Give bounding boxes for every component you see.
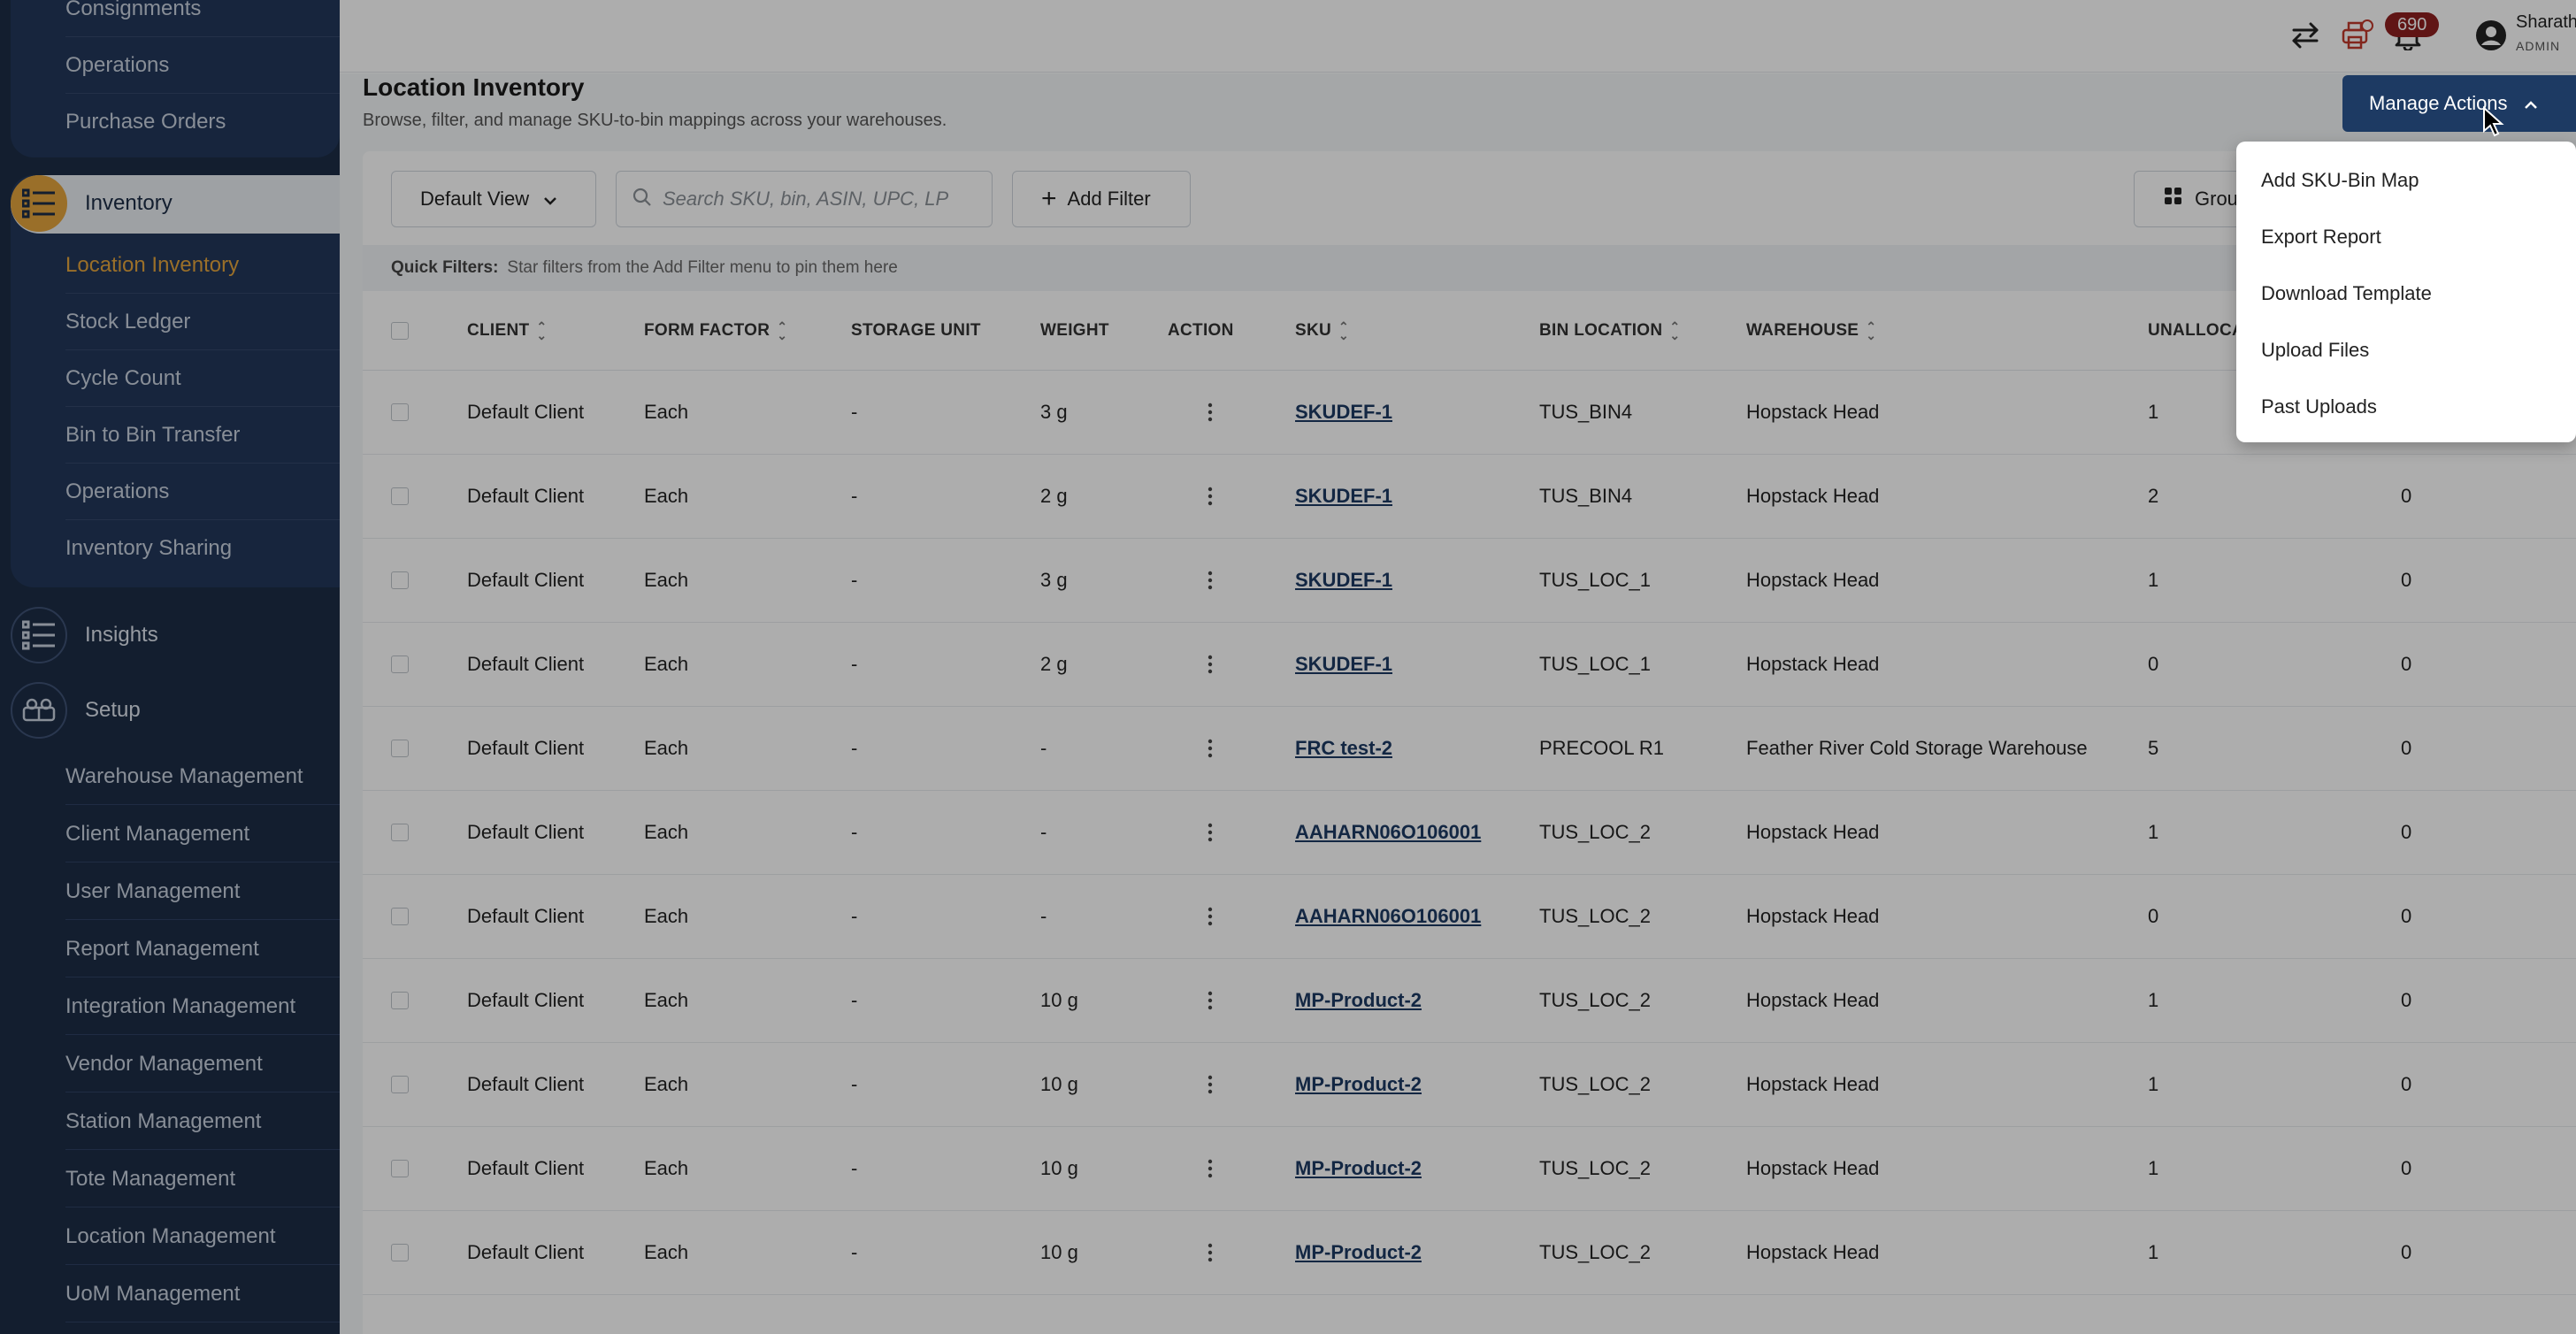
chevron-up-icon xyxy=(2524,92,2538,115)
mouse-cursor-icon xyxy=(2482,105,2505,142)
menu-item-download-template[interactable]: Download Template xyxy=(2236,265,2576,322)
modal-overlay[interactable] xyxy=(0,0,2576,1334)
menu-item-past-uploads[interactable]: Past Uploads xyxy=(2236,379,2576,435)
menu-item-upload-files[interactable]: Upload Files xyxy=(2236,322,2576,379)
menu-item-add-sku-bin-map[interactable]: Add SKU-Bin Map xyxy=(2236,152,2576,209)
manage-actions-menu: Add SKU-Bin Map Export Report Download T… xyxy=(2236,142,2576,442)
manage-actions-button[interactable]: Manage Actions xyxy=(2342,75,2576,132)
menu-item-export-report[interactable]: Export Report xyxy=(2236,209,2576,265)
